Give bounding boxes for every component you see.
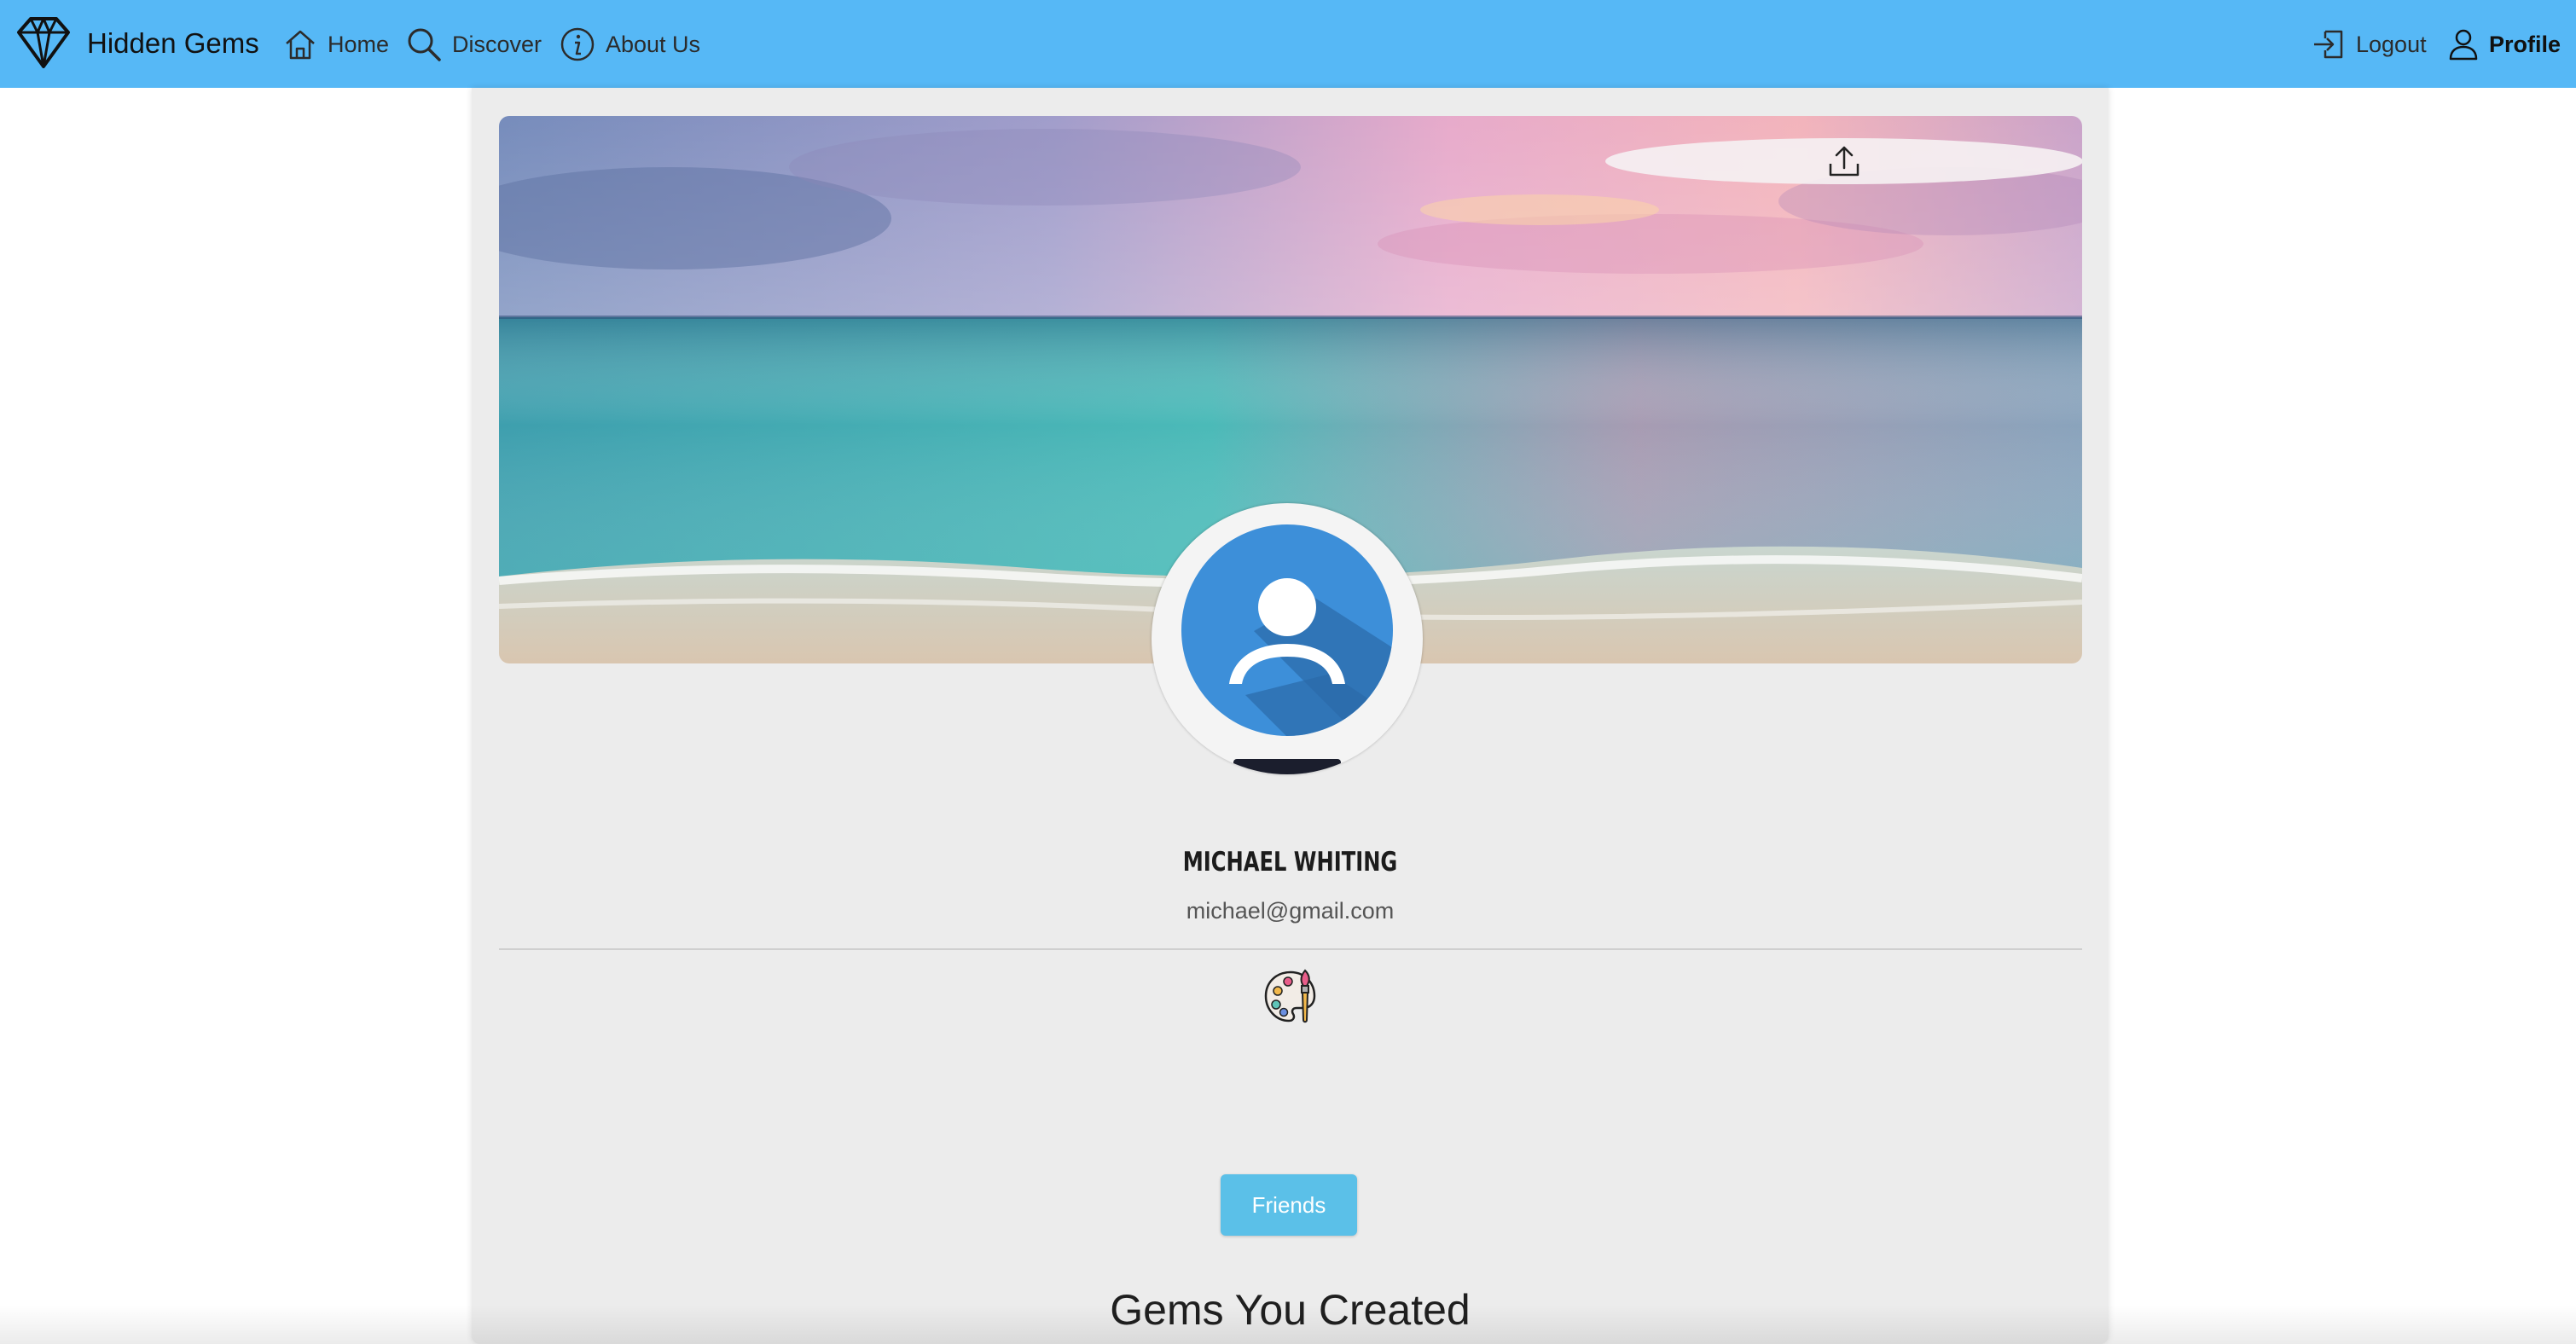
home-icon — [283, 27, 317, 61]
avatar-base-decoration — [1233, 759, 1341, 774]
logout-link[interactable]: Logout — [2312, 21, 2427, 67]
top-navbar: Hidden Gems Home Discover About Us Logou… — [0, 0, 2576, 88]
profile-name: MICHAEL WHITING — [1182, 847, 1398, 878]
nav-about-link[interactable]: About Us — [560, 21, 700, 67]
cover-upload-button[interactable] — [1605, 138, 2082, 184]
nav-about-label: About Us — [606, 31, 701, 57]
gems-created-heading: Gems You Created — [1110, 1286, 1471, 1334]
profile-link[interactable]: Profile — [2448, 21, 2561, 67]
user-icon — [2448, 27, 2479, 61]
nav-home-link[interactable]: Home — [283, 21, 389, 67]
art-palette-icon — [1261, 967, 1320, 1027]
brand-link[interactable]: Hidden Gems — [15, 15, 259, 72]
profile-email: michael@gmail.com — [1186, 898, 1395, 924]
logout-label: Logout — [2356, 31, 2427, 57]
logout-icon — [2312, 27, 2346, 61]
profile-card: MICHAEL WHITING michael@gmail.com Friend… — [472, 88, 2109, 1344]
profile-label: Profile — [2489, 31, 2561, 57]
nav-home-label: Home — [328, 31, 390, 57]
upload-icon — [1826, 143, 1862, 179]
nav-discover-label: Discover — [452, 31, 542, 57]
diamond-icon — [15, 14, 72, 74]
friends-button[interactable]: Friends — [1221, 1174, 1357, 1236]
info-icon — [560, 26, 595, 62]
search-icon — [406, 26, 442, 62]
brand-name: Hidden Gems — [87, 27, 259, 59]
profile-divider — [499, 948, 2082, 950]
avatar[interactable] — [1152, 503, 1423, 774]
nav-discover-link[interactable]: Discover — [406, 21, 542, 67]
